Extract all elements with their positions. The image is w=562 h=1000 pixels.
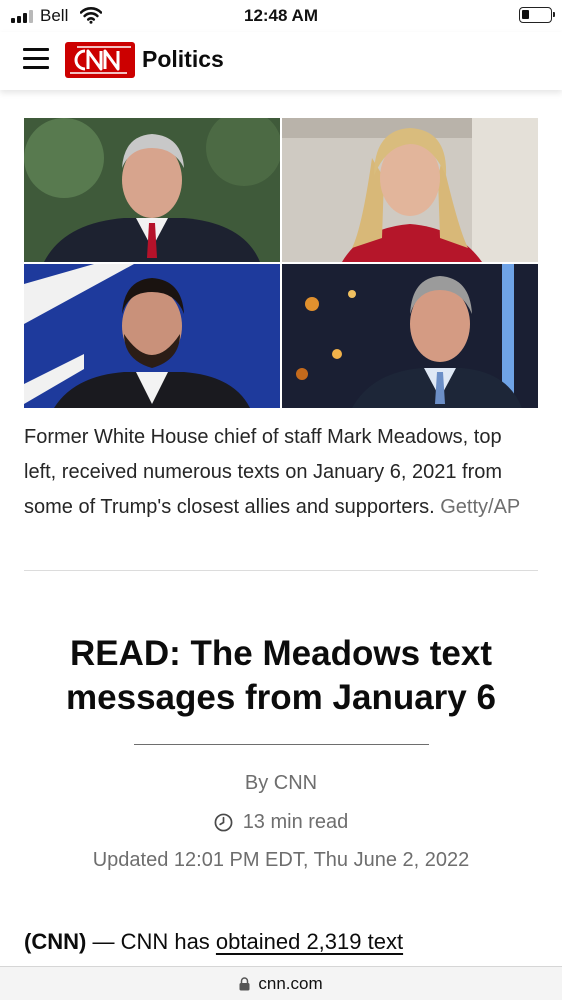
caption-text: Former White House chief of staff Mark M… (24, 426, 503, 518)
body-dash: — (86, 929, 121, 954)
photo-top-left (24, 118, 280, 262)
menu-icon[interactable] (23, 48, 49, 70)
section-title[interactable]: Politics (142, 46, 224, 73)
browser-url-bar[interactable]: cnn.com (0, 966, 562, 1000)
cnn-logo-mark (70, 46, 131, 74)
photo-bottom-left (24, 264, 280, 408)
photo-bottom-right (282, 264, 538, 408)
body-source: (CNN) (24, 929, 87, 954)
battery-icon (519, 7, 555, 23)
article-image[interactable] (24, 118, 538, 408)
article-body: (CNN) — CNN has obtained 2,319 text (24, 929, 403, 955)
body-link[interactable]: obtained 2,319 text (216, 929, 403, 954)
cnn-logo[interactable] (65, 42, 135, 78)
body-text: CNN has (120, 929, 216, 954)
status-time: 12:48 AM (243, 6, 318, 25)
lock-icon (239, 976, 250, 990)
caption-divider (24, 570, 538, 571)
byline: By CNN (244, 772, 318, 794)
read-time: 13 min read (0, 811, 562, 834)
url-text[interactable]: cnn.com (258, 974, 322, 994)
updated-timestamp: Updated 12:01 PM EDT, Thu June 2, 2022 (92, 849, 470, 871)
image-caption: Former White House chief of staff Mark M… (24, 420, 538, 525)
photo-top-right (282, 118, 538, 262)
photo-credit: Getty/AP (440, 496, 521, 518)
headline-divider (134, 744, 429, 745)
read-time-label: 13 min read (242, 811, 349, 833)
site-header: Politics (0, 32, 562, 90)
article-headline: READ: The Meadows text messages from Jan… (66, 634, 496, 717)
clock-icon (214, 813, 233, 832)
status-bar: Bell 12:48 AM (0, 0, 562, 32)
